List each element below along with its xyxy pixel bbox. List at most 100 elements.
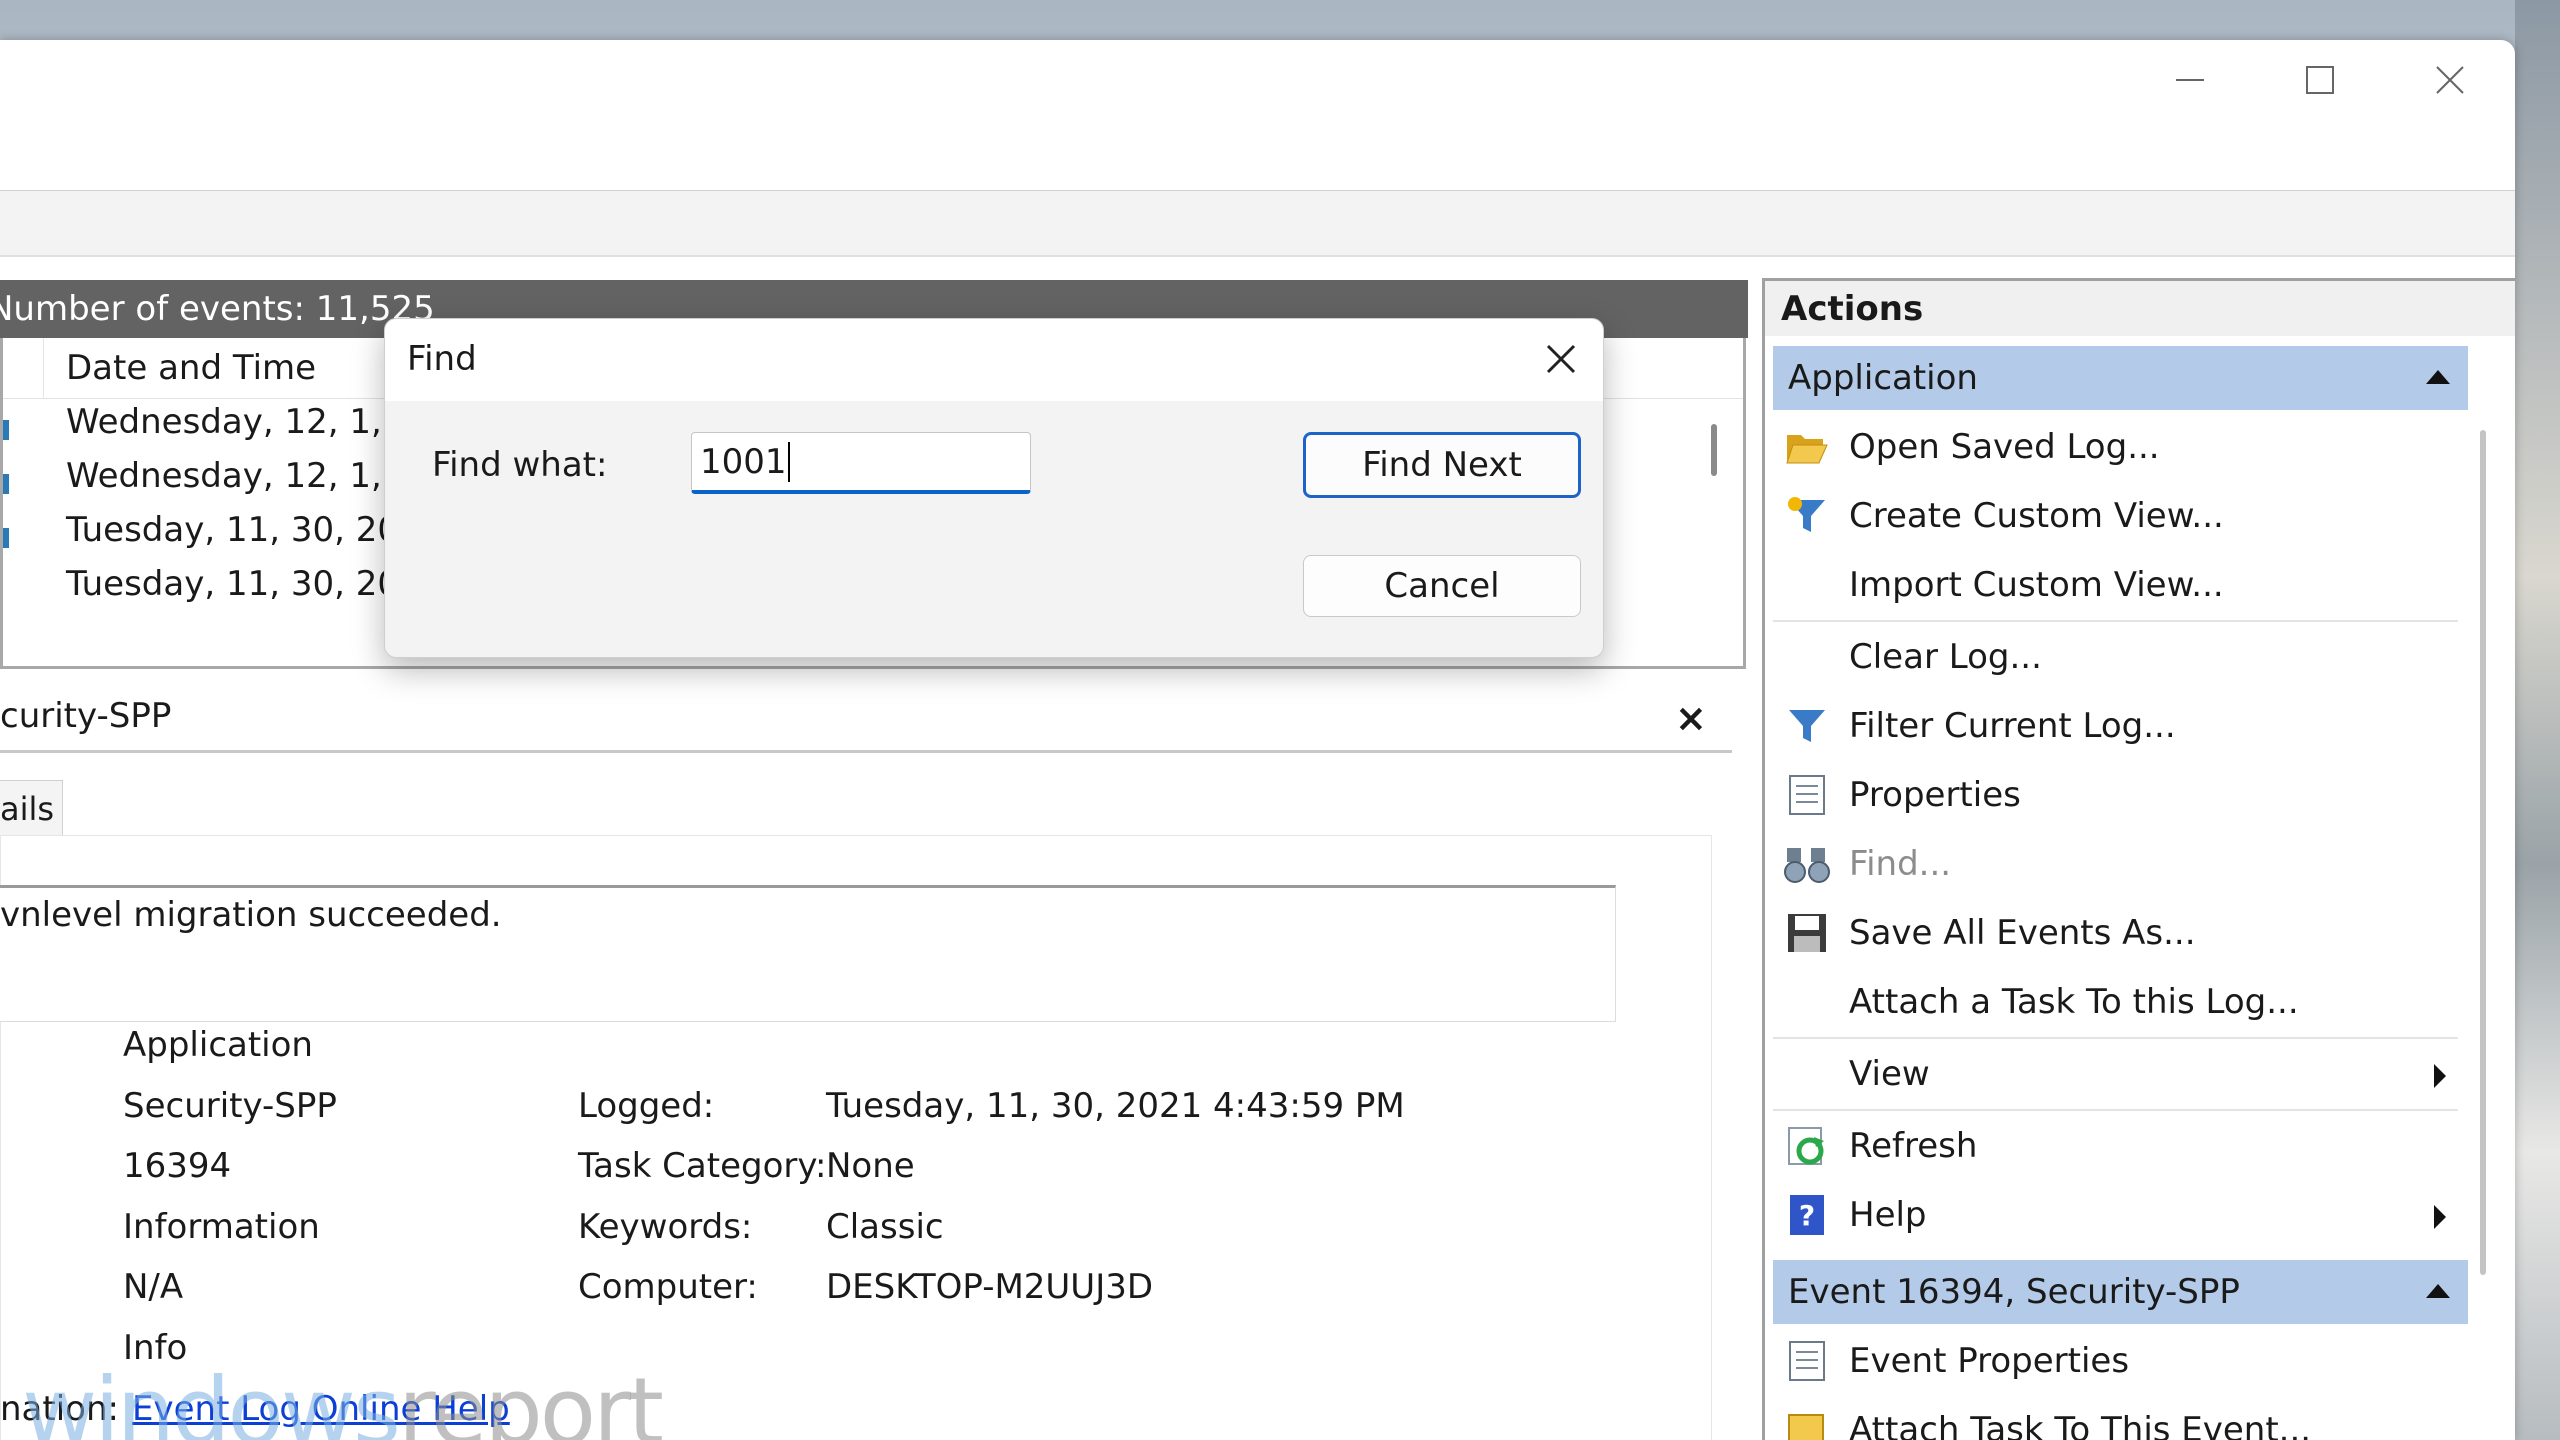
action-label: Properties bbox=[1849, 775, 2021, 815]
submenu-arrow-icon bbox=[2434, 1205, 2446, 1229]
close-icon bbox=[2436, 66, 2464, 94]
action-properties[interactable]: Properties bbox=[1773, 761, 2468, 829]
close-button[interactable] bbox=[2385, 40, 2515, 120]
column-divider bbox=[43, 338, 44, 398]
row-level-marker bbox=[3, 528, 9, 548]
watermark-part1: windows bbox=[22, 1358, 401, 1440]
collapse-arrow-icon bbox=[2426, 1284, 2450, 1298]
logged-value: Tuesday, 11, 30, 2021 4:43:59 PM bbox=[826, 1086, 1405, 1126]
actions-scrollbar[interactable] bbox=[2480, 430, 2486, 1275]
collapse-arrow-icon bbox=[2426, 370, 2450, 384]
find-next-label: Find Next bbox=[1362, 445, 1522, 485]
toolbar-separator bbox=[0, 255, 2515, 257]
event-count: Number of events: 11,525 bbox=[0, 289, 435, 329]
action-label: Refresh bbox=[1849, 1126, 1978, 1166]
keywords-value: Classic bbox=[826, 1207, 944, 1247]
help-icon: ? bbox=[1777, 1185, 1837, 1245]
desktop-wallpaper bbox=[2515, 0, 2560, 1440]
tab-general[interactable]: ails bbox=[0, 780, 63, 838]
action-label: Attach a Task To this Log... bbox=[1849, 982, 2299, 1022]
action-label: View bbox=[1849, 1054, 1930, 1094]
section-application[interactable]: Application bbox=[1773, 346, 2468, 410]
find-close-button[interactable] bbox=[1539, 337, 1583, 381]
section-application-label: Application bbox=[1788, 358, 1978, 398]
row-level-marker bbox=[3, 474, 9, 494]
minimize-button[interactable] bbox=[2125, 40, 2255, 120]
action-clear-log[interactable]: Clear Log... bbox=[1773, 623, 2468, 691]
action-separator bbox=[1773, 620, 2458, 622]
find-what-label: Find what: bbox=[432, 445, 608, 485]
tab-general-label: ails bbox=[0, 790, 55, 828]
action-label: Filter Current Log... bbox=[1849, 706, 2176, 746]
minimize-icon bbox=[2176, 79, 2204, 81]
find-next-button[interactable]: Find Next bbox=[1303, 432, 1581, 498]
section-event[interactable]: Event 16394, Security-SPP bbox=[1773, 1260, 2468, 1324]
refresh-icon bbox=[1777, 1116, 1837, 1176]
action-import-custom-view[interactable]: Import Custom View... bbox=[1773, 551, 2468, 619]
properties-icon bbox=[1777, 1331, 1837, 1391]
find-dialog-titlebar: Find bbox=[385, 319, 1603, 401]
funnel-star-icon bbox=[1777, 486, 1837, 546]
maximize-button[interactable] bbox=[2255, 40, 2385, 120]
event-id-value: 16394 bbox=[123, 1146, 232, 1186]
action-view[interactable]: View bbox=[1773, 1040, 2468, 1108]
find-what-input[interactable]: 1001 bbox=[691, 432, 1031, 494]
cancel-button[interactable]: Cancel bbox=[1303, 555, 1581, 617]
actions-title: Actions bbox=[1765, 281, 2515, 336]
action-label: Clear Log... bbox=[1849, 637, 2042, 677]
keywords-label: Keywords: bbox=[578, 1207, 753, 1247]
action-attach-task-to-log[interactable]: Attach a Task To this Log... bbox=[1773, 968, 2468, 1036]
find-dialog-title: Find bbox=[407, 339, 477, 379]
submenu-arrow-icon bbox=[2434, 1064, 2446, 1088]
watermark-part2: report bbox=[397, 1358, 664, 1440]
task-icon bbox=[1777, 1400, 1837, 1440]
table-row[interactable]: Wednesday, 12, 1, 20 bbox=[66, 456, 436, 496]
actions-title-label: Actions bbox=[1781, 288, 1924, 329]
detail-title-underline bbox=[0, 750, 1732, 753]
action-label: Import Custom View... bbox=[1849, 565, 2224, 605]
column-header-date[interactable]: Date and Time bbox=[66, 348, 316, 388]
action-help[interactable]: ? Help bbox=[1773, 1181, 2468, 1249]
toolbar bbox=[0, 191, 2515, 255]
filter-icon bbox=[1777, 696, 1837, 756]
watermark: windowsreport bbox=[22, 1358, 664, 1440]
action-attach-task-to-event[interactable]: Attach Task To This Event... bbox=[1773, 1396, 2468, 1440]
actions-pane: Actions Application Open Saved Log... Cr… bbox=[1762, 278, 2515, 1440]
action-label: Event Properties bbox=[1849, 1341, 2130, 1381]
properties-icon bbox=[1777, 765, 1837, 825]
action-separator bbox=[1773, 1109, 2458, 1111]
action-separator bbox=[1773, 1037, 2458, 1039]
event-description: vnlevel migration succeeded. bbox=[0, 895, 502, 935]
text-caret bbox=[787, 441, 790, 482]
event-viewer-window: Number of events: 11,525 Date and Time W… bbox=[0, 40, 2515, 1440]
find-what-value: 1001 bbox=[700, 441, 787, 482]
log-name-value: Application bbox=[123, 1025, 313, 1065]
row-level-marker bbox=[3, 420, 9, 440]
list-scrollbar-thumb[interactable] bbox=[1711, 424, 1717, 476]
action-label: Attach Task To This Event... bbox=[1849, 1410, 2312, 1440]
find-dialog: Find Find what: 1001 Find Next Cancel bbox=[384, 318, 1604, 658]
action-label: Help bbox=[1849, 1195, 1927, 1235]
action-event-properties[interactable]: Event Properties bbox=[1773, 1327, 2468, 1395]
task-category-label: Task Category: bbox=[578, 1146, 827, 1186]
detail-close-button[interactable]: × bbox=[1675, 696, 1707, 740]
save-icon bbox=[1777, 903, 1837, 963]
action-create-custom-view[interactable]: Create Custom View... bbox=[1773, 482, 2468, 550]
action-filter-current-log[interactable]: Filter Current Log... bbox=[1773, 692, 2468, 760]
action-save-all-events[interactable]: Save All Events As... bbox=[1773, 899, 2468, 967]
action-find[interactable]: Find... bbox=[1773, 830, 2468, 898]
computer-label: Computer: bbox=[578, 1267, 758, 1307]
computer-value: DESKTOP-M2UUJ3D bbox=[826, 1267, 1154, 1307]
svg-text:?: ? bbox=[1799, 1199, 1815, 1232]
window-controls bbox=[2125, 40, 2515, 120]
section-event-label: Event 16394, Security-SPP bbox=[1788, 1272, 2240, 1312]
action-label: Save All Events As... bbox=[1849, 913, 2196, 953]
action-refresh[interactable]: Refresh bbox=[1773, 1112, 2468, 1180]
maximize-icon bbox=[2306, 66, 2334, 94]
action-open-saved-log[interactable]: Open Saved Log... bbox=[1773, 413, 2468, 481]
user-value: N/A bbox=[123, 1267, 184, 1307]
folder-open-icon bbox=[1777, 417, 1837, 477]
binoculars-icon bbox=[1777, 834, 1837, 894]
action-label: Open Saved Log... bbox=[1849, 427, 2160, 467]
table-row[interactable]: Wednesday, 12, 1, 20 bbox=[66, 402, 436, 442]
